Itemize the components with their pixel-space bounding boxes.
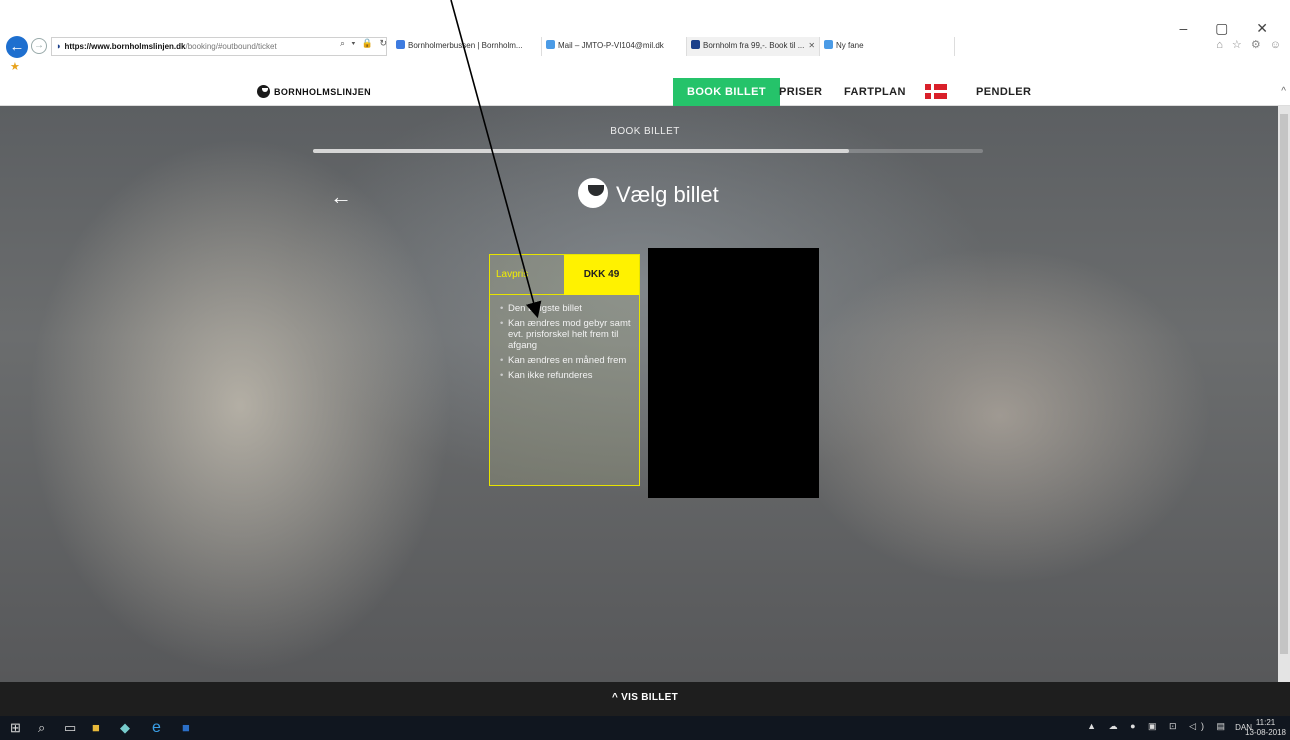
clock-date: 13-08-2018 — [1245, 728, 1286, 737]
system-tray[interactable]: ▲ ☁ ● ▣ ⊡ ◁) ▤ — [1087, 721, 1230, 732]
internet-explorer-icon[interactable]: e — [152, 720, 161, 736]
annotation-line — [450, 0, 542, 319]
windows-icon[interactable]: ⊞ — [10, 720, 21, 736]
clock-time: 11:21 — [1255, 718, 1276, 727]
search-icon[interactable]: ⌕ — [38, 720, 45, 736]
app-icon[interactable]: ◆ — [120, 720, 130, 736]
task-view-icon[interactable]: ▭ — [64, 720, 76, 736]
annotation-arrow-icon — [450, 0, 542, 319]
clock[interactable]: 11:21 13-08-2018 — [1245, 718, 1286, 738]
file-explorer-icon[interactable]: ■ — [92, 720, 100, 736]
word-icon[interactable]: ■ — [182, 720, 190, 736]
windows-taskbar: ⊞ ⌕ ▭ ■ ◆ e ■ ▲ ☁ ● ▣ ⊡ ◁) ▤ DAN 11:21 1… — [0, 716, 1290, 740]
